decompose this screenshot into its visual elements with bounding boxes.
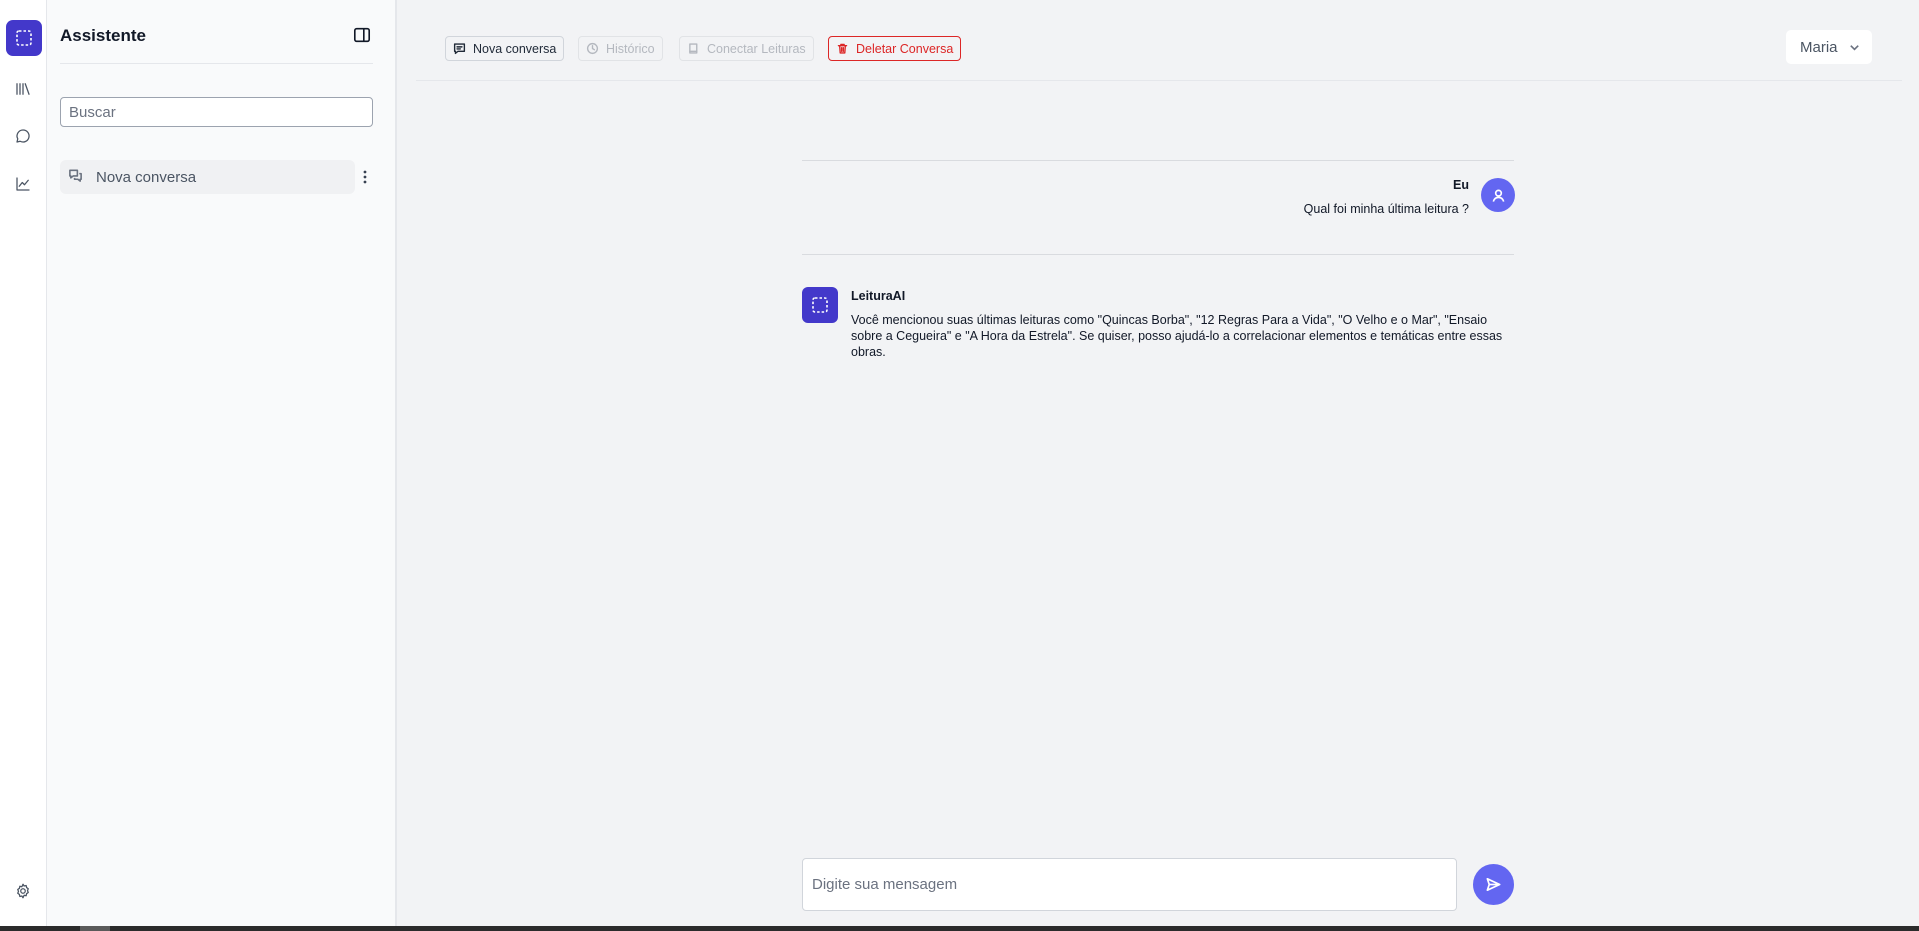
- user-avatar: [1481, 178, 1515, 212]
- assistant-message-author: LeituraAI: [851, 289, 906, 303]
- history-label: Histórico: [606, 41, 655, 56]
- message-divider: [802, 160, 1514, 161]
- connect-readings-label: Conectar Leituras: [707, 41, 806, 56]
- chevron-down-icon: [1849, 44, 1859, 50]
- trash-icon: [837, 43, 848, 54]
- user-select-value: Maria: [1800, 38, 1838, 56]
- more-options-icon[interactable]: [358, 166, 372, 188]
- assistant-avatar: [802, 287, 838, 323]
- line-chart-icon[interactable]: [11, 172, 35, 196]
- os-taskbar: [0, 926, 1919, 931]
- user-message-text: Qual foi minha última leitura ?: [1303, 202, 1469, 216]
- conversation-sidebar: Assistente Nova conversa: [47, 0, 397, 926]
- library-icon[interactable]: [11, 77, 35, 101]
- toolbar-divider: [416, 80, 1902, 81]
- app-logo-icon[interactable]: [6, 20, 42, 56]
- book-icon: [689, 43, 698, 54]
- search-input[interactable]: [60, 97, 373, 127]
- user-icon: [1492, 189, 1504, 202]
- chat-bubble-icon[interactable]: [11, 124, 35, 148]
- send-button[interactable]: [1473, 864, 1514, 905]
- clock-icon: [586, 42, 599, 55]
- delete-conversation-button[interactable]: Deletar Conversa: [828, 36, 962, 61]
- conversation-label: Nova conversa: [96, 168, 197, 186]
- delete-conversation-label: Deletar Conversa: [856, 41, 954, 56]
- sidebar-divider: [60, 63, 373, 64]
- new-conversation-label: Nova conversa: [473, 41, 557, 56]
- assistant-message-text: Você mencionou suas últimas leituras com…: [851, 313, 1503, 359]
- connect-readings-button[interactable]: Conectar Leituras: [679, 36, 814, 61]
- user-select[interactable]: Maria: [1786, 30, 1872, 64]
- os-taskbar-item[interactable]: [80, 926, 110, 931]
- conversation-icon: [68, 168, 86, 186]
- sidebar-toggle-icon[interactable]: [353, 26, 373, 46]
- message-input[interactable]: [802, 858, 1457, 911]
- new-conversation-button[interactable]: Nova conversa: [445, 36, 565, 61]
- message-divider: [802, 254, 1514, 255]
- icon-rail: [0, 0, 47, 926]
- conversation-list-item[interactable]: Nova conversa: [60, 160, 355, 194]
- user-message-author: Eu: [1453, 178, 1469, 192]
- message-square-icon: [453, 43, 466, 55]
- send-icon: [1486, 877, 1501, 892]
- app-logo-icon: [812, 297, 828, 313]
- settings-gear-icon[interactable]: [11, 879, 35, 903]
- history-button[interactable]: Histórico: [578, 36, 663, 61]
- sidebar-title: Assistente: [60, 26, 146, 45]
